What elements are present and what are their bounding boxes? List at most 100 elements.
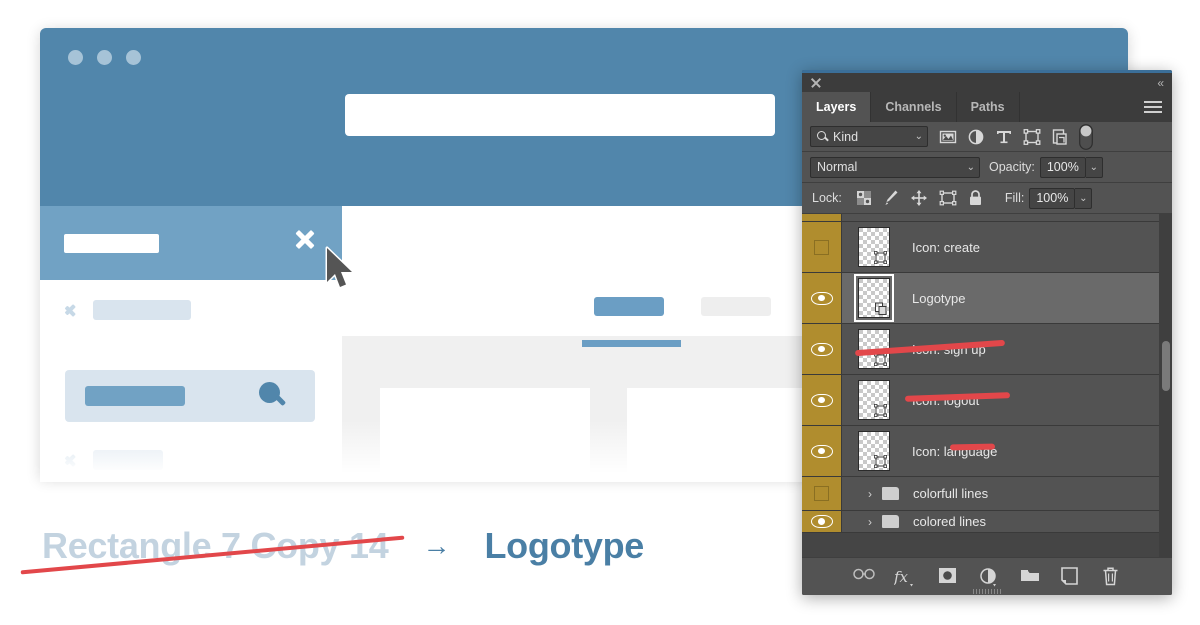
mockup-search-input[interactable] bbox=[345, 94, 775, 136]
tab-paths[interactable]: Paths bbox=[957, 92, 1020, 122]
panel-tabs: Layers Channels Paths bbox=[802, 92, 1172, 122]
layer-visibility-toggle[interactable] bbox=[802, 273, 842, 323]
lock-image-pixels-icon[interactable] bbox=[883, 189, 899, 207]
delete-layer-icon[interactable] bbox=[1102, 567, 1121, 586]
folder-icon bbox=[882, 487, 899, 500]
fill-input[interactable]: 100% bbox=[1029, 187, 1076, 209]
annotation-stroke-3 bbox=[949, 443, 996, 451]
layer-thumbnail[interactable] bbox=[854, 274, 894, 322]
layer-name[interactable]: Icon: create bbox=[912, 240, 980, 255]
close-icon[interactable] bbox=[810, 77, 822, 89]
layer-visibility-toggle[interactable] bbox=[802, 375, 842, 425]
layer-visibility-toggle[interactable] bbox=[802, 426, 842, 476]
shape-layer-filter-icon[interactable] bbox=[1023, 128, 1041, 146]
fill-stepper[interactable]: ⌄ bbox=[1075, 187, 1093, 209]
layer-name[interactable]: colored lines bbox=[913, 514, 986, 529]
opacity-input[interactable]: 100% bbox=[1039, 156, 1086, 178]
type-layer-filter-icon[interactable] bbox=[995, 128, 1013, 146]
close-icon[interactable] bbox=[292, 226, 318, 252]
chevron-right-icon[interactable]: › bbox=[868, 515, 872, 529]
blend-mode-select[interactable]: Normal ⌄ bbox=[810, 156, 980, 178]
maximize-dot-icon[interactable] bbox=[126, 50, 141, 65]
eye-hidden-icon bbox=[814, 239, 829, 255]
mockup-nav-item-2[interactable] bbox=[66, 450, 163, 470]
lock-transparent-pixels-icon[interactable] bbox=[856, 190, 872, 206]
smart-object-filter-icon[interactable] bbox=[1051, 128, 1069, 146]
filter-type-icons bbox=[939, 123, 1093, 150]
mockup-nav-label-1 bbox=[93, 300, 191, 320]
eye-visible-icon bbox=[810, 393, 833, 407]
mockup-tab-inactive[interactable] bbox=[701, 297, 771, 316]
panel-resize-grip[interactable] bbox=[973, 589, 1001, 594]
table-row[interactable]: Icon: create bbox=[802, 222, 1172, 273]
layer-row-partial-top[interactable] bbox=[802, 214, 1172, 222]
table-row[interactable]: Icon: logout bbox=[802, 375, 1172, 426]
layer-name[interactable]: Logotype bbox=[912, 291, 966, 306]
mockup-sidebar bbox=[40, 280, 342, 478]
old-layer-name: Rectangle 7 Copy 14 bbox=[20, 525, 405, 575]
lock-artboard-nesting-icon[interactable] bbox=[939, 189, 957, 207]
mockup-sidebar-search[interactable] bbox=[65, 370, 315, 422]
filter-kind-select[interactable]: Kind ⌄ bbox=[810, 126, 928, 147]
hamburger-menu-icon[interactable] bbox=[1144, 101, 1162, 114]
layer-visibility-toggle[interactable] bbox=[802, 511, 842, 532]
layer-visibility-toggle[interactable] bbox=[802, 222, 842, 272]
layer-mask-icon[interactable] bbox=[938, 567, 957, 586]
minimize-dot-icon[interactable] bbox=[97, 50, 112, 65]
new-group-icon[interactable] bbox=[1020, 567, 1039, 586]
table-row[interactable]: › colored lines bbox=[802, 511, 1172, 533]
layer-name[interactable]: colorfull lines bbox=[913, 486, 988, 501]
mockup-nav-item-1[interactable] bbox=[66, 300, 191, 320]
eye-visible-icon bbox=[810, 291, 833, 305]
layer-list[interactable]: Icon: create Logotype Icon: language › c… bbox=[802, 214, 1172, 557]
lock-icons bbox=[856, 189, 983, 207]
lock-label: Lock: bbox=[812, 191, 842, 205]
link-layers-icon[interactable] bbox=[853, 567, 875, 586]
lock-all-icon[interactable] bbox=[968, 189, 983, 207]
layer-thumbnail[interactable] bbox=[858, 380, 890, 420]
filter-toggle-switch[interactable] bbox=[1079, 123, 1093, 150]
layer-style-fx-icon[interactable]: fx bbox=[893, 567, 916, 587]
layer-visibility-toggle[interactable] bbox=[802, 324, 842, 374]
table-row[interactable]: › colorfull lines bbox=[802, 477, 1172, 511]
tab-layers[interactable]: Layers bbox=[802, 92, 872, 122]
opacity-stepper[interactable]: ⌄ bbox=[1085, 156, 1103, 178]
tab-channels[interactable]: Channels bbox=[871, 92, 957, 122]
fill-label: Fill: bbox=[1004, 191, 1025, 205]
search-icon[interactable] bbox=[259, 382, 287, 409]
mockup-sidebar-search-value bbox=[85, 386, 185, 406]
adjustment-layer-icon[interactable] bbox=[979, 567, 998, 587]
mockup-tab-active[interactable] bbox=[594, 297, 664, 316]
scrollbar-thumb[interactable] bbox=[1162, 341, 1170, 391]
adjustment-layer-filter-icon[interactable] bbox=[967, 128, 985, 146]
new-layer-icon[interactable] bbox=[1061, 567, 1080, 586]
layer-visibility-toggle[interactable] bbox=[802, 214, 842, 221]
layers-panel-footer: fx bbox=[802, 557, 1172, 595]
mockup-sidebar-header bbox=[40, 206, 342, 280]
window-traffic-lights bbox=[68, 50, 141, 65]
eye-visible-icon bbox=[810, 342, 833, 356]
table-row[interactable]: Logotype bbox=[802, 273, 1172, 324]
folder-icon bbox=[882, 515, 899, 528]
shape-thumbnail bbox=[874, 404, 887, 417]
layer-visibility-toggle[interactable] bbox=[802, 477, 842, 510]
chevron-down-icon: ⌄ bbox=[966, 161, 975, 173]
chevron-right-icon bbox=[66, 452, 77, 469]
chevron-right-icon[interactable]: › bbox=[868, 487, 872, 501]
close-dot-icon[interactable] bbox=[68, 50, 83, 65]
collapse-panel-icon[interactable]: « bbox=[1157, 76, 1164, 90]
layer-list-scrollbar[interactable] bbox=[1159, 214, 1172, 557]
mockup-tab-underline bbox=[582, 340, 681, 347]
table-row[interactable]: Icon: language bbox=[802, 426, 1172, 477]
blend-mode-value: Normal bbox=[817, 160, 858, 174]
new-layer-name: Logotype bbox=[484, 525, 645, 566]
lock-position-icon[interactable] bbox=[910, 189, 928, 207]
layer-thumbnail[interactable] bbox=[858, 227, 890, 267]
shape-thumbnail bbox=[874, 251, 887, 264]
shape-thumbnail bbox=[874, 455, 887, 468]
mockup-card-1[interactable] bbox=[380, 388, 590, 478]
filter-kind-label: Kind bbox=[833, 129, 859, 144]
layer-thumbnail[interactable] bbox=[858, 431, 890, 471]
rename-caption: Rectangle 7 Copy 14 → Logotype bbox=[20, 525, 645, 575]
pixel-layer-filter-icon[interactable] bbox=[939, 128, 957, 146]
